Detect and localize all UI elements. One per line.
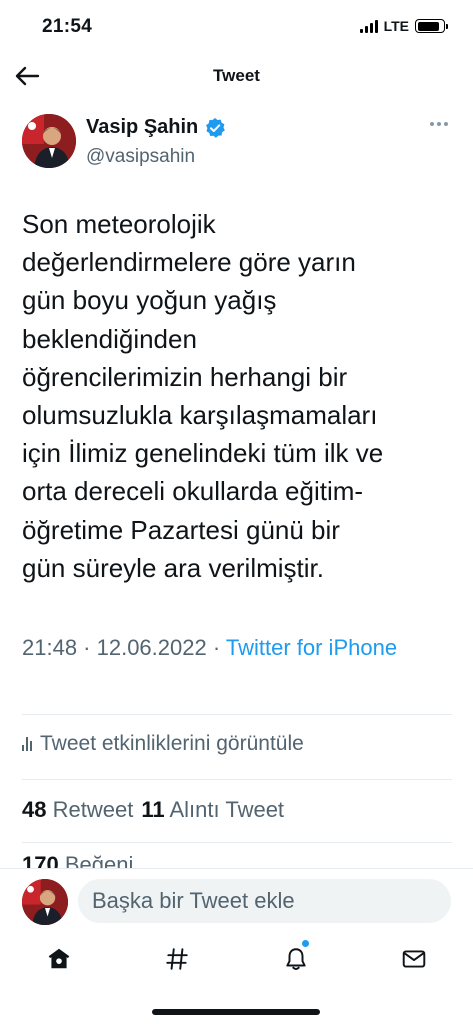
- author-name[interactable]: Vasip Şahin: [86, 116, 226, 139]
- reply-input[interactable]: [78, 879, 451, 923]
- tab-bar: [0, 934, 473, 984]
- more-dots-icon: [430, 122, 434, 126]
- likes-count: 170: [22, 852, 59, 868]
- avatar: [22, 879, 68, 925]
- reply-composer: [0, 868, 473, 932]
- status-bar: 21:54 LTE: [0, 0, 473, 54]
- quotes-label: Alıntı Tweet: [169, 797, 285, 822]
- nav-bar: Tweet: [0, 56, 473, 96]
- avatar-image: [22, 114, 76, 168]
- likes-stat[interactable]: 170 Beğeni: [22, 852, 133, 868]
- author-name-text: Vasip Şahin: [86, 116, 199, 138]
- bell-icon: [285, 948, 306, 970]
- tweet-stats: 48 Retweet 11 Alıntı Tweet: [22, 797, 284, 823]
- likes-label: Beğeni: [64, 852, 134, 868]
- tweet-text: Son meteorolojik değerlendirmelere göre …: [22, 209, 384, 583]
- retweets-stat[interactable]: 48 Retweet: [22, 797, 133, 823]
- tab-explore[interactable]: [118, 934, 236, 984]
- page-title: Tweet: [213, 66, 260, 85]
- divider: [22, 714, 452, 715]
- battery-icon: [415, 19, 448, 33]
- author-handle[interactable]: @vasipsahin: [86, 146, 195, 168]
- tab-home[interactable]: [0, 934, 118, 984]
- tweet-author: Vasip Şahin @vasipsahin: [22, 112, 452, 172]
- verified-badge-icon: [206, 117, 226, 138]
- divider: [22, 842, 452, 843]
- tweet-activity-label: Tweet etkinliklerini görüntüle: [40, 732, 304, 755]
- quotes-count: 11: [141, 797, 165, 822]
- avatar[interactable]: [22, 114, 76, 168]
- notification-badge: [301, 940, 309, 947]
- network-label: LTE: [383, 18, 409, 34]
- status-indicators: LTE: [359, 18, 448, 34]
- quotes-stat[interactable]: 11 Alıntı Tweet: [141, 797, 284, 823]
- mail-icon: [402, 950, 426, 968]
- tweet-meta: 21:48 · 12.06.2022 · Twitter for iPhone: [22, 632, 452, 664]
- retweets-label: Retweet: [52, 797, 134, 822]
- tweet-activity-link[interactable]: Tweet etkinliklerini görüntüle: [22, 732, 304, 756]
- tab-messages[interactable]: [355, 934, 473, 984]
- retweets-count: 48: [22, 797, 47, 822]
- more-options-button[interactable]: [430, 122, 450, 132]
- hashtag-icon: [166, 948, 189, 970]
- analytics-icon: [22, 737, 32, 751]
- avatar-image: [22, 879, 68, 925]
- tweet-source-link[interactable]: Twitter for iPhone: [226, 635, 397, 660]
- home-icon: [48, 948, 70, 969]
- tweet-timestamp: 21:48 · 12.06.2022 ·: [22, 635, 226, 660]
- divider: [22, 779, 452, 780]
- tab-notifications[interactable]: [237, 934, 355, 984]
- signal-icon: [359, 19, 378, 33]
- home-indicator[interactable]: [152, 1009, 320, 1015]
- status-time: 21:54: [42, 16, 93, 37]
